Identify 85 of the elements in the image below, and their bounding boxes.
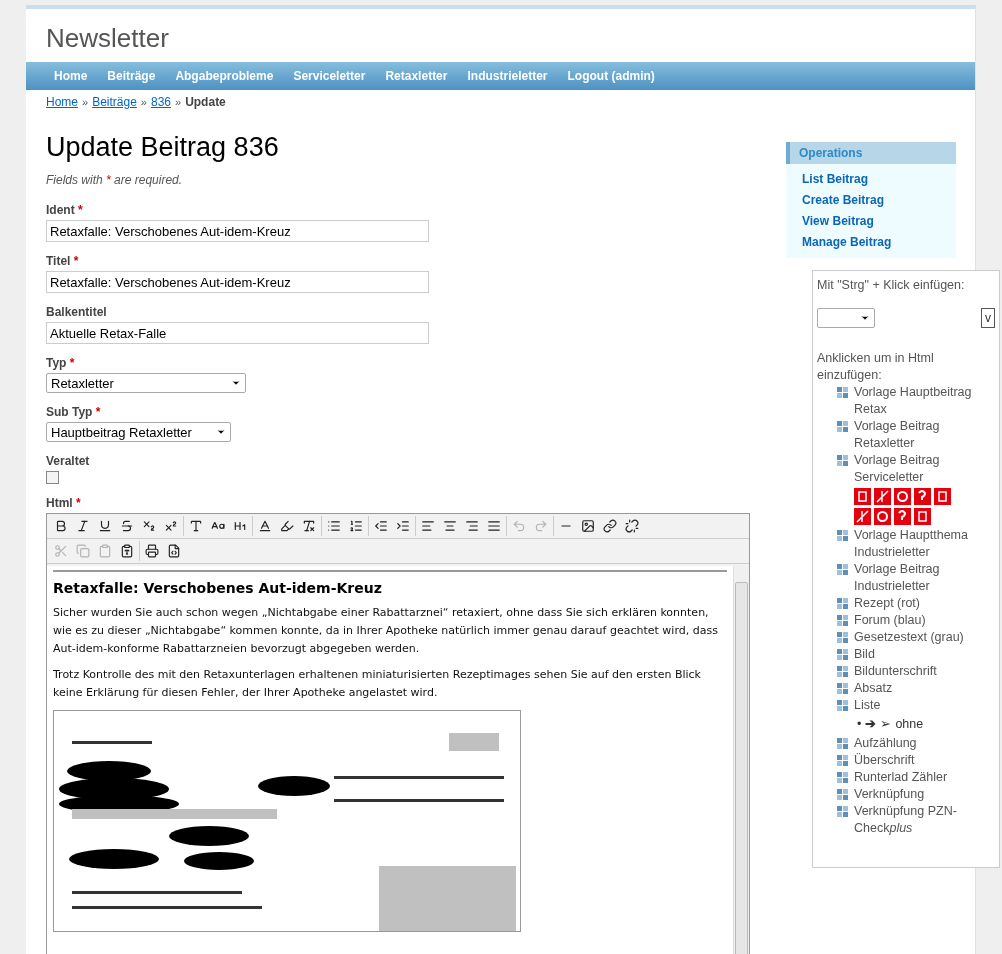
snippet-item[interactable]: Vorlage Beitrag Serviceletter — [854, 452, 995, 486]
snippet-item[interactable]: Überschrift — [854, 752, 915, 769]
insert-button[interactable]: v — [981, 308, 995, 328]
bullet-icon — [837, 632, 848, 643]
snippet-item[interactable]: Forum (blau) — [854, 612, 926, 629]
service-symbol-icon[interactable] — [874, 508, 891, 525]
list-style-option[interactable]: ➢ — [880, 716, 892, 731]
bullet-icon — [837, 772, 848, 783]
operation-link[interactable]: View Beitrag — [786, 210, 956, 231]
required-note: Fields with * are required. — [46, 173, 184, 187]
bullet-icon — [837, 530, 848, 541]
dropdown-caret-icon — [231, 378, 241, 388]
field-label: Html * — [46, 496, 82, 510]
operations-title: Operations — [786, 142, 956, 164]
service-symbol-icon[interactable] — [874, 488, 891, 505]
snippet-item[interactable]: Verknüpfung — [854, 786, 925, 803]
click-hint: Anklicken um in Html einzufügen: — [817, 350, 935, 384]
bullet-icon — [837, 700, 848, 711]
checkbox[interactable] — [46, 471, 59, 484]
operation-link[interactable]: Create Beitrag — [786, 189, 956, 210]
article-heading: Retaxfalle: Verschobenes Aut-idem-Kreuz — [53, 580, 383, 596]
snippet-item[interactable]: Rezept (rot) — [854, 595, 920, 612]
service-symbol-icon[interactable] — [914, 508, 931, 525]
breadcrumb-link[interactable]: 836 — [150, 95, 171, 109]
service-symbol-icon[interactable] — [854, 488, 871, 505]
bullet-icon — [837, 738, 848, 749]
scrollbar[interactable] — [733, 566, 749, 954]
snippet-item[interactable]: Aufzählung — [854, 735, 917, 752]
snippet-item[interactable]: Bildunterschrift — [854, 663, 937, 680]
list-style-option[interactable]: ohne — [895, 716, 924, 731]
breadcrumb-current: Update — [185, 95, 226, 109]
field-label: Ident * — [46, 203, 84, 217]
service-symbol-icon[interactable] — [914, 488, 931, 505]
bullet-icon — [837, 806, 848, 817]
bullet-icon — [837, 455, 848, 466]
breadcrumb-link[interactable]: Beiträge — [92, 95, 137, 109]
service-symbol-icon[interactable] — [894, 488, 911, 505]
service-symbol-icon[interactable] — [894, 508, 911, 525]
bullet-icon — [837, 421, 848, 432]
bullet-icon — [837, 387, 848, 398]
ctrl-hint: Mit "Strg" + Klick einfügen: — [817, 277, 966, 294]
bullet-icon — [837, 666, 848, 677]
article-paragraph: Sicher wurden Sie auch schon wegen „Nichtabgabe einer Rabattarznei“ retaxiert, ohne dass Sie sich erklären konnten, wie es zu dieser „Nichtabgabe“ kommen konnte, da in Ihrer Apotheke natürlich immer genau darauf geachtet wird, dass Aut-idem-konforme Rabattarzneien bevorzugt abgegeben werden. — [53, 605, 719, 657]
snippet-item[interactable]: Vorlage Hauptthema Industrieletter — [854, 527, 995, 561]
service-symbol-icon[interactable] — [934, 488, 951, 505]
field-label: Veraltet — [46, 454, 91, 468]
text-field[interactable]: Retaxfalle: Verschobenes Aut-idem-Kreuz — [46, 220, 429, 242]
breadcrumb-link[interactable]: Home — [46, 95, 78, 109]
dropdown-caret-icon — [860, 313, 870, 323]
list-style-option[interactable]: • — [857, 716, 862, 731]
snippet-item[interactable]: Vorlage Beitrag Industrieletter — [854, 561, 995, 595]
snippet-item[interactable]: Vorlage Hauptbeitrag Retax — [854, 384, 995, 418]
bullet-icon — [837, 683, 848, 694]
article-paragraph: Trotz Kontrolle des mit den Retaxunterlagen erhaltenen miniaturisierten Rezeptimages sehen Sie auf den ersten Blick keine Erklärung für diesen Fehler, der Ihrer Apotheke angelastet wird. — [53, 667, 702, 701]
operation-link[interactable]: List Beitrag — [786, 168, 956, 189]
bullet-icon — [837, 649, 848, 660]
select-field[interactable]: Retaxletter — [46, 373, 246, 393]
field-label: Titel * — [46, 254, 80, 268]
select-field[interactable]: Hauptbeitrag Retaxletter — [46, 422, 231, 442]
field-label: Sub Typ * — [46, 405, 102, 419]
field-label: Typ * — [46, 356, 76, 370]
field-label: Balkentitel — [46, 305, 108, 319]
bullet-icon — [837, 564, 848, 575]
text-field[interactable]: Aktuelle Retax-Falle — [46, 322, 429, 344]
list-style-option[interactable]: ➔ — [865, 716, 877, 731]
breadcrumb-separator: » — [175, 96, 182, 108]
dropdown-caret-icon — [216, 427, 226, 437]
bullet-icon — [837, 598, 848, 609]
bullet-icon — [837, 789, 848, 800]
breadcrumb-separator: » — [140, 96, 147, 108]
snippet-item[interactable]: Vorlage Beitrag Retaxletter — [854, 418, 995, 452]
bullet-icon — [837, 755, 848, 766]
bullet-icon — [837, 615, 848, 626]
operation-link[interactable]: Manage Beitrag — [786, 231, 956, 252]
page-title: Update Beitrag 836 — [46, 132, 280, 163]
snippet-item[interactable]: Liste — [854, 697, 881, 714]
snippet-item[interactable]: Verknüpfung PZN-Checkplus — [854, 803, 995, 837]
snippet-item[interactable]: Gesetzestext (grau) — [854, 629, 964, 646]
site-title: Newsletter — [45, 22, 170, 55]
snippet-item[interactable]: Bild — [854, 646, 875, 663]
service-symbol-icon[interactable] — [854, 508, 871, 525]
breadcrumb-separator: » — [82, 96, 89, 108]
snippet-item[interactable]: Absatz — [854, 680, 893, 697]
snippet-item[interactable]: Runterlad Zähler — [854, 769, 948, 786]
text-field[interactable]: Retaxfalle: Verschobenes Aut-idem-Kreuz — [46, 271, 429, 293]
